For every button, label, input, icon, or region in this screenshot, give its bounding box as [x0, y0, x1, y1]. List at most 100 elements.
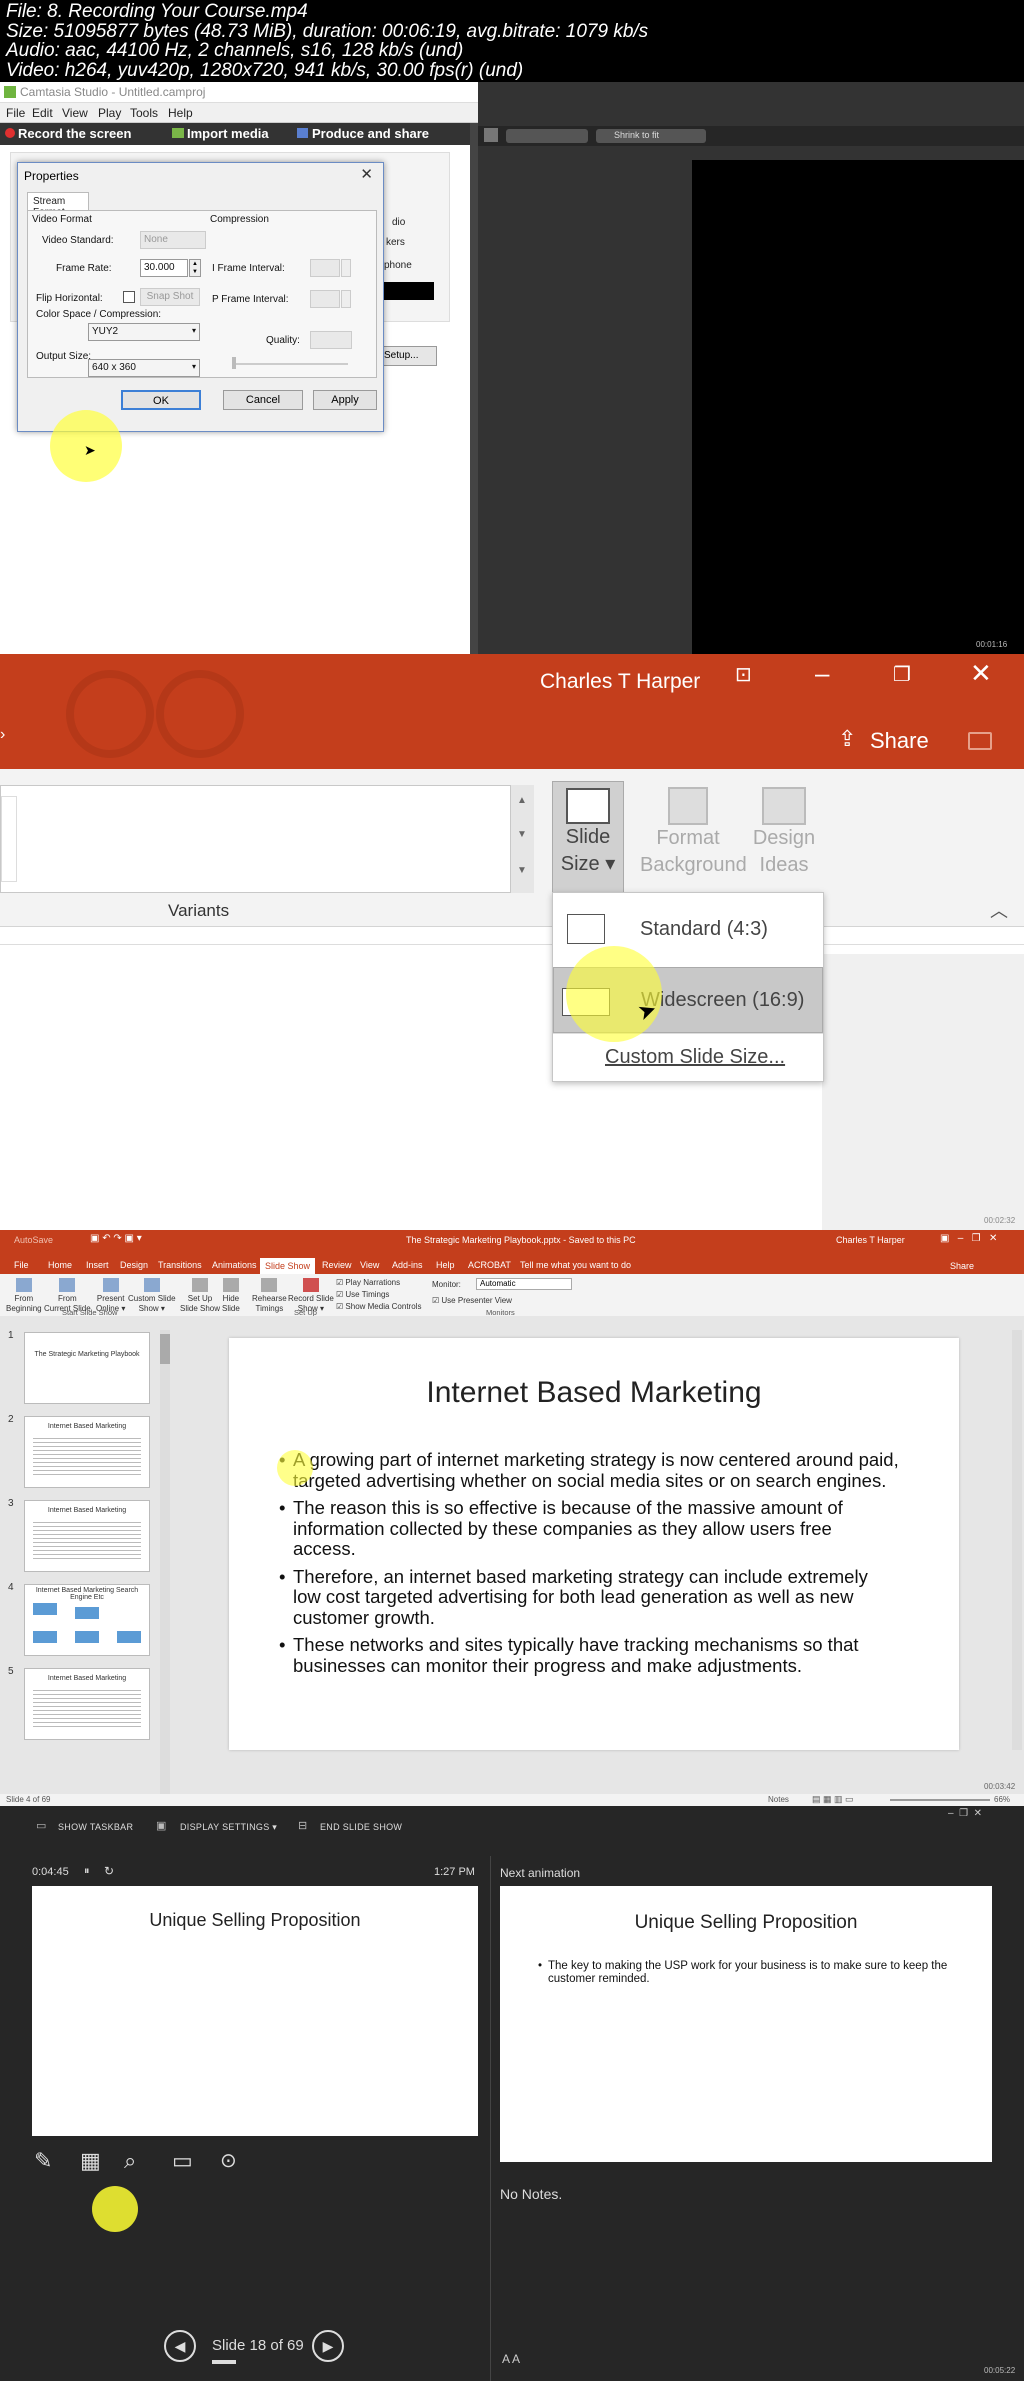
tab-slide-show[interactable]: Slide Show [260, 1258, 316, 1274]
from-beginning-button[interactable]: From Beginning [6, 1278, 42, 1314]
ok-button[interactable]: OK [121, 390, 201, 410]
slide-thumbnail[interactable]: The Strategic Marketing Playbook [24, 1332, 150, 1404]
scroll-thumb[interactable] [160, 1334, 170, 1364]
pframe-interval-field[interactable] [310, 290, 340, 308]
format-background-button[interactable]: Format Background [640, 781, 747, 895]
black-screen-icon[interactable]: ▭ [172, 2148, 193, 2174]
current-slide-preview[interactable]: Unique Selling Proposition [32, 1886, 478, 2136]
variants-scroll[interactable]: ▲ ▼ ▼ [510, 785, 534, 893]
previous-slide-button[interactable]: ◀ [164, 2330, 196, 2362]
show-media-controls-checkbox[interactable]: ☑ Show Media Controls [336, 1302, 421, 1312]
zoom-icon[interactable]: ⌕ [124, 2148, 136, 2174]
window-controls[interactable]: – ❐ ✕ [948, 1808, 982, 1819]
quality-field[interactable] [310, 331, 352, 349]
more-icon[interactable]: ▼ [517, 865, 527, 876]
flip-checkbox[interactable] [123, 291, 135, 303]
close-icon[interactable]: ✕ [970, 658, 992, 689]
tab-help[interactable]: Help [436, 1260, 455, 1270]
quick-access-icons[interactable]: ▣ ↶ ↷ ▣ ▾ [90, 1233, 142, 1244]
rehearse-timings-button[interactable]: Rehearse Timings [252, 1278, 287, 1314]
menu-tools[interactable]: Tools [130, 106, 158, 120]
more-options-icon[interactable]: ⊙ [220, 2148, 237, 2173]
quality-slider-thumb[interactable] [232, 357, 236, 369]
window-controls[interactable]: ▣ – ❐ ✕ [940, 1233, 997, 1244]
tab-home[interactable]: Home [48, 1260, 72, 1270]
menu-edit[interactable]: Edit [32, 106, 53, 120]
bullet-item[interactable]: A growing part of internet marketing str… [279, 1449, 899, 1491]
zoom-slider[interactable] [890, 1799, 990, 1801]
user-name[interactable]: Charles T Harper [836, 1235, 905, 1245]
slide-thumbnail[interactable]: Internet Based Marketing [24, 1668, 150, 1740]
back-arrow-icon[interactable]: › [0, 726, 5, 744]
share-button[interactable]: Share [870, 728, 929, 754]
custom-show-button[interactable]: Custom Slide Show ▾ [128, 1278, 176, 1314]
frame-rate-field[interactable]: 30.000 [140, 259, 188, 277]
tab-animations[interactable]: Animations [212, 1260, 257, 1270]
play-narrations-checkbox[interactable]: ☑ Play Narrations [336, 1278, 400, 1288]
menu-help[interactable]: Help [168, 106, 193, 120]
use-presenter-view-checkbox[interactable]: ☑ Use Presenter View [432, 1296, 512, 1306]
apply-button[interactable]: Apply [313, 390, 377, 410]
zoom-level[interactable]: 66% [994, 1795, 1010, 1804]
tab-acrobat[interactable]: ACROBAT [468, 1260, 511, 1270]
zoom-dropdown[interactable]: Shrink to fit [596, 129, 706, 143]
scroll-down-icon[interactable]: ▼ [517, 829, 527, 840]
setup-button[interactable]: Setup... [375, 346, 437, 366]
slide-size-button[interactable]: Slide Size ▾ [552, 781, 624, 895]
autosave-toggle[interactable]: AutoSave [14, 1235, 53, 1245]
menu-file[interactable]: File [6, 106, 25, 120]
colorspace-select[interactable]: YUY2 ▾ [88, 323, 200, 341]
preview-slider[interactable] [506, 129, 588, 143]
iframe-interval-field[interactable] [310, 259, 340, 277]
comments-icon[interactable] [968, 732, 992, 750]
pframe-spinner[interactable] [341, 290, 351, 308]
variant-thumb[interactable] [1, 796, 17, 882]
minimize-icon[interactable]: – [815, 658, 829, 689]
produce-share-button[interactable]: Produce and share [312, 126, 429, 141]
scroll-up-icon[interactable]: ▲ [517, 795, 527, 806]
setup-show-button[interactable]: Set Up Slide Show [180, 1278, 220, 1314]
menu-item-custom[interactable]: Custom Slide Size... [553, 1033, 823, 1079]
design-ideas-button[interactable]: Design Ideas [748, 781, 820, 895]
thumbnail-scrollbar[interactable] [160, 1330, 170, 1800]
video-standard-field[interactable]: None [140, 231, 206, 249]
preview-icon[interactable] [484, 128, 498, 142]
slide-thumbnail[interactable]: Internet Based Marketing [24, 1416, 150, 1488]
slide-thumbnail[interactable]: Internet Based Marketing Search Engine E… [24, 1584, 150, 1656]
snapshot-button[interactable]: Snap Shot [140, 288, 200, 306]
pen-icon[interactable]: ✎ [34, 2148, 52, 2174]
slide-bullets[interactable]: A growing part of internet marketing str… [279, 1449, 899, 1683]
bullet-item[interactable]: These networks and sites typically have … [279, 1634, 899, 1676]
cancel-button[interactable]: Cancel [223, 390, 303, 410]
next-slide-button[interactable]: ▶ [312, 2330, 344, 2362]
menu-view[interactable]: View [62, 106, 88, 120]
end-slide-show-button[interactable]: END SLIDE SHOW [320, 1822, 402, 1832]
pane-divider[interactable] [470, 123, 478, 654]
pause-icon[interactable]: ⏸ [84, 1865, 90, 1878]
monitor-select[interactable]: Automatic [476, 1278, 572, 1290]
dialog-close-button[interactable]: ✕ [360, 165, 373, 183]
display-settings-button[interactable]: DISPLAY SETTINGS ▾ [180, 1822, 277, 1833]
hide-slide-button[interactable]: Hide Slide [222, 1278, 240, 1314]
collapse-ribbon-icon[interactable]: ︿ [990, 897, 1008, 923]
pane-divider[interactable] [490, 1856, 491, 2381]
view-buttons[interactable]: ▤ ▦ ▥ ▭ [812, 1794, 854, 1805]
tab-insert[interactable]: Insert [86, 1260, 109, 1270]
restore-icon[interactable]: ❐ [893, 662, 911, 687]
see-all-slides-icon[interactable]: ▦ [80, 2148, 101, 2174]
menu-play[interactable]: Play [98, 106, 121, 120]
slide-title[interactable]: Internet Based Marketing [229, 1376, 959, 1410]
notes-button[interactable]: Notes [768, 1795, 789, 1804]
import-media-button[interactable]: Import media [187, 126, 269, 141]
output-size-select[interactable]: 640 x 360 ▾ [88, 359, 200, 377]
current-slide[interactable]: Internet Based Marketing A growing part … [229, 1338, 959, 1750]
iframe-spinner[interactable] [341, 259, 351, 277]
tab-stream-format[interactable]: Stream Format [27, 192, 89, 218]
variants-gallery[interactable] [0, 785, 532, 893]
record-screen-button[interactable]: Record the screen [18, 126, 131, 141]
tab-design[interactable]: Design [120, 1260, 148, 1270]
tab-add-ins[interactable]: Add-ins [392, 1260, 423, 1270]
user-name[interactable]: Charles T Harper [540, 670, 700, 694]
font-size-icons[interactable]: A A [502, 2352, 520, 2366]
show-taskbar-button[interactable]: SHOW TASKBAR [58, 1822, 133, 1832]
